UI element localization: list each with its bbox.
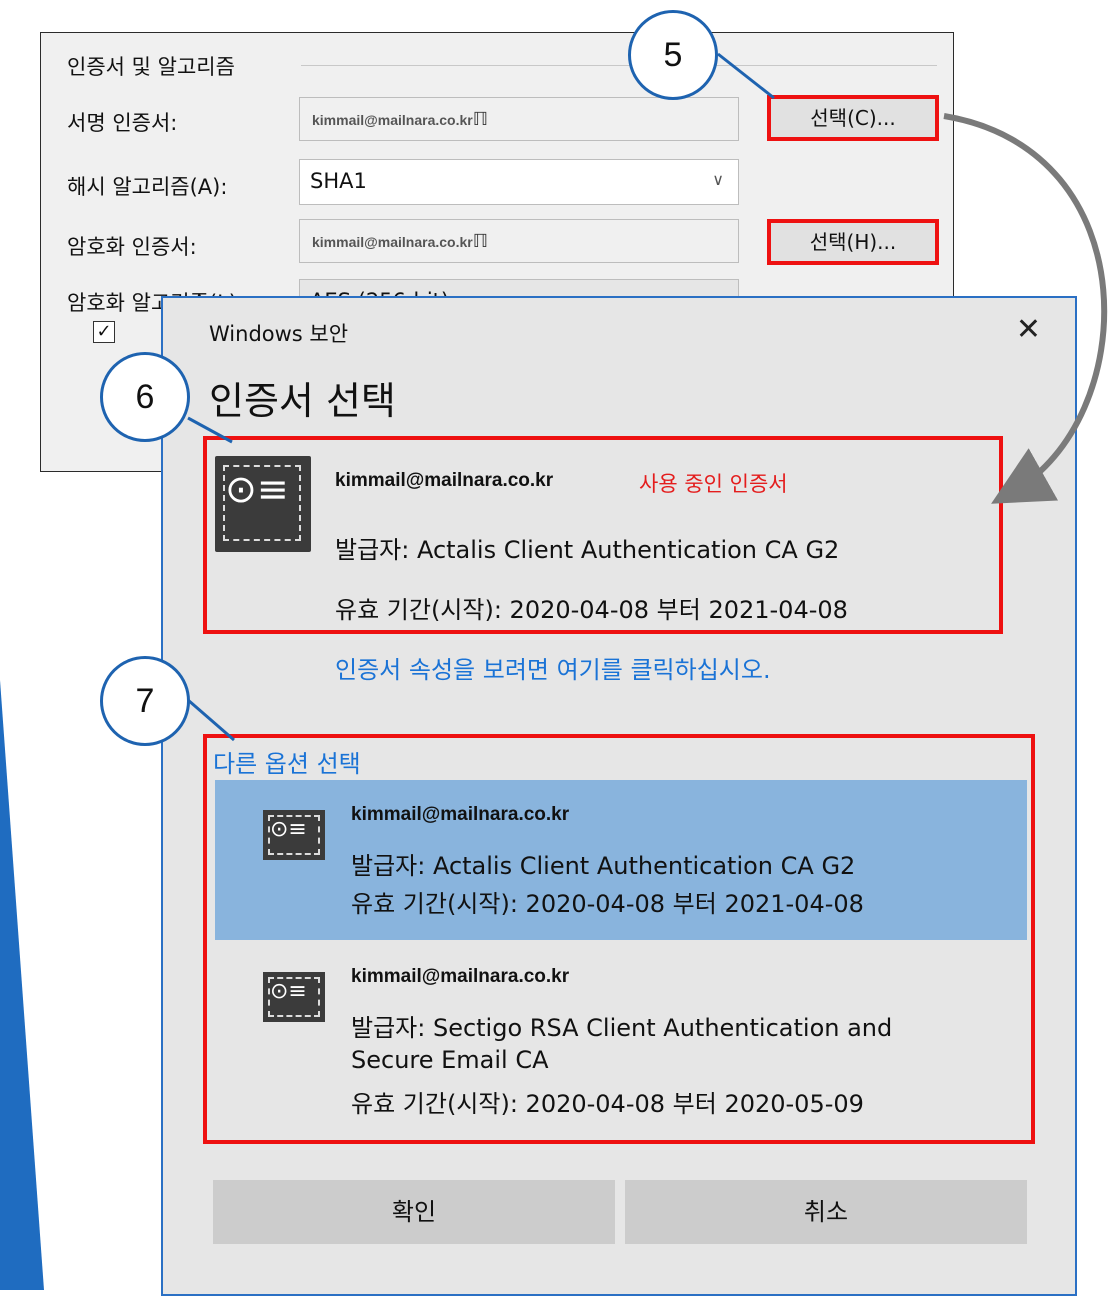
callout-6: 6 (100, 352, 190, 442)
annotation-overlay (187, 52, 1108, 742)
callout-7: 7 (100, 656, 190, 746)
curved-arrow (943, 113, 1108, 504)
callout-5: 5 (628, 10, 718, 100)
